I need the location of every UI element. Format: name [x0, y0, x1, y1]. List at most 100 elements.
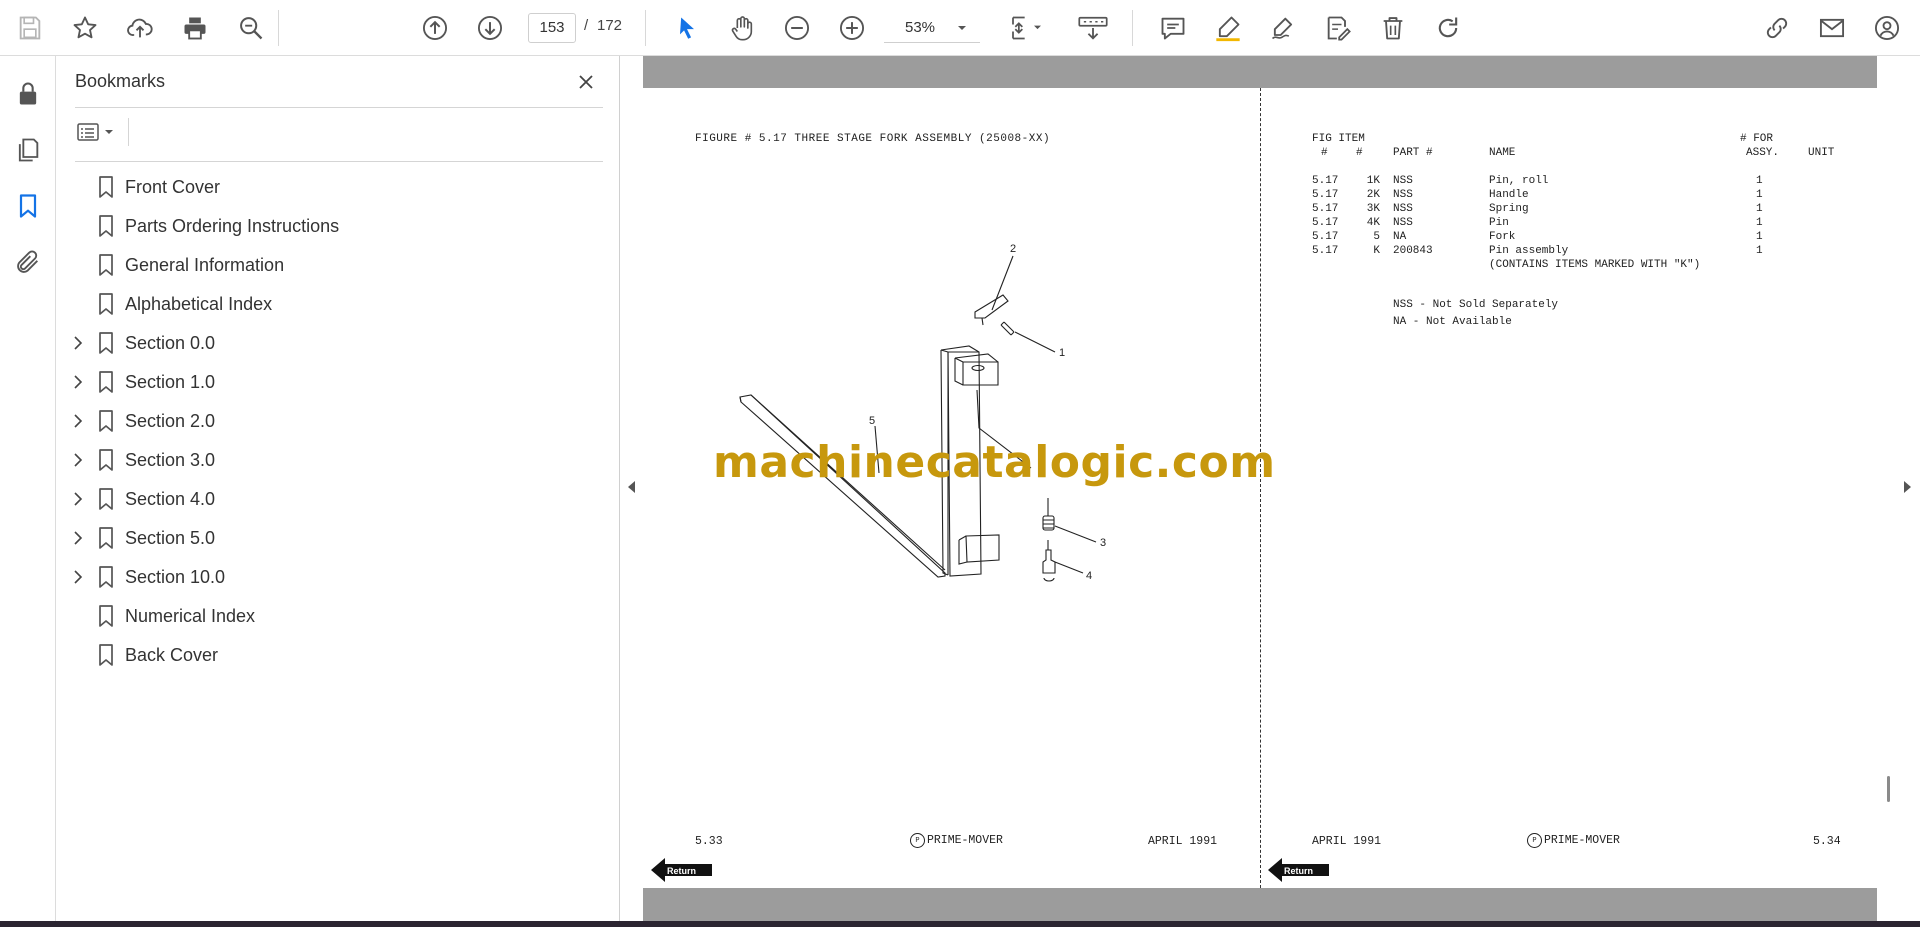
bookmark-list: Front Cover Parts Ordering Instructions Ge… [56, 168, 616, 675]
previous-page-icon[interactable] [417, 10, 453, 46]
table-row: 5.17 2K NSS Handle 1 [1312, 189, 1842, 203]
bookmark-options-button[interactable] [76, 117, 124, 147]
zoom-in-icon[interactable] [834, 10, 870, 46]
toolbar-divider [645, 10, 646, 46]
rotate-icon[interactable] [1430, 10, 1466, 46]
page-fit-icon[interactable] [1003, 10, 1051, 46]
table-row: 5.17 5 NA Fork 1 [1312, 231, 1842, 245]
bookmark-label: Section 0.0 [125, 333, 216, 353]
table-row: 5.17 K 200843 Pin assembly 1 [1312, 245, 1842, 259]
right-footer-date: APRIL 1991 [1312, 835, 1382, 848]
panel-divider [75, 161, 603, 162]
bookmark-icon [99, 527, 113, 549]
bookmark-item[interactable]: Section 4.0 [56, 480, 616, 519]
bookmark-item[interactable]: Front Cover [56, 168, 616, 207]
top-toolbar: 153 / 172 53% [0, 0, 1920, 56]
select-cursor-icon[interactable] [669, 10, 705, 46]
bookmark-icon [99, 293, 113, 315]
bookmark-icon [99, 566, 113, 588]
table-row: 5.17 4K NSS Pin 1 [1312, 217, 1842, 231]
cell-fig: 5.17 [1312, 231, 1339, 243]
left-page-number: 5.33 [695, 835, 723, 848]
save-icon[interactable] [12, 10, 48, 46]
bookmark-label: General Information [125, 255, 285, 275]
legend-nss: NSS - Not Sold Separately [1393, 299, 1559, 311]
chevron-right-icon[interactable] [70, 413, 86, 429]
bookmark-label: Alphabetical Index [125, 294, 273, 314]
chevron-right-icon[interactable] [70, 452, 86, 468]
return-label: Return [667, 866, 696, 876]
scrollbar-thumb[interactable] [1887, 776, 1890, 802]
close-icon[interactable] [572, 68, 600, 96]
draw-freehand-icon[interactable] [1265, 10, 1301, 46]
cell-qty: 1 [1756, 231, 1763, 243]
edit-text-icon[interactable] [1320, 10, 1356, 46]
return-button-left[interactable]: Return [649, 856, 713, 884]
page-number-input[interactable]: 153 [528, 13, 576, 43]
delete-icon[interactable] [1375, 10, 1411, 46]
page-divider-dashed [1260, 88, 1261, 888]
zoom-select[interactable]: 53% [884, 13, 980, 43]
cell-fig: 5.17 [1312, 175, 1339, 187]
chevron-down-icon [958, 25, 966, 30]
share-link-icon[interactable] [1759, 10, 1795, 46]
chevron-right-icon[interactable] [70, 335, 86, 351]
callout-5: 5 [869, 415, 875, 427]
chevron-right-icon[interactable] [70, 374, 86, 390]
col-part-header: PART # [1393, 147, 1433, 159]
highlight-pen-icon[interactable] [1210, 10, 1246, 46]
cell-item: 4K [1366, 217, 1380, 229]
comment-icon[interactable] [1155, 10, 1191, 46]
toolbar-divider [1132, 10, 1133, 46]
upload-cloud-icon[interactable] [122, 10, 158, 46]
chevron-right-icon[interactable] [70, 491, 86, 507]
bookmark-item[interactable]: Section 1.0 [56, 363, 616, 402]
next-page-icon[interactable] [472, 10, 508, 46]
search-zoom-icon[interactable] [233, 10, 269, 46]
collapse-panel-right-icon[interactable] [1902, 475, 1914, 499]
return-button-right[interactable]: Return [1266, 856, 1330, 884]
scroll-mode-icon[interactable] [1073, 10, 1113, 46]
bookmark-item[interactable]: Section 10.0 [56, 558, 616, 597]
return-label: Return [1284, 866, 1313, 876]
bookmark-label: Front Cover [125, 177, 221, 197]
bookmark-item[interactable]: Section 0.0 [56, 324, 616, 363]
bookmark-item[interactable]: Section 2.0 [56, 402, 616, 441]
chevron-right-icon[interactable] [70, 569, 86, 585]
panel-divider [75, 107, 603, 108]
right-footer-brand: P PRIME-MOVER [1527, 833, 1620, 848]
cell-qty: 1 [1756, 175, 1763, 187]
bookmark-item[interactable]: Back Cover [56, 636, 616, 675]
hand-tool-icon[interactable] [724, 10, 760, 46]
cell-fig: 5.17 [1312, 189, 1339, 201]
list-options-icon [77, 123, 99, 141]
bookmark-item[interactable]: Parts Ordering Instructions [56, 207, 616, 246]
legend-na: NA - Not Available [1393, 316, 1512, 328]
bookmark-item[interactable]: General Information [56, 246, 616, 285]
bookmark-icon [99, 254, 113, 276]
bookmark-label: Section 3.0 [125, 450, 216, 470]
bookmark-item[interactable]: Section 5.0 [56, 519, 616, 558]
table-row: 5.17 1K NSS Pin, roll 1 [1312, 175, 1842, 189]
attachment-icon[interactable] [10, 244, 46, 280]
cell-part: NSS [1393, 189, 1413, 201]
collapse-panel-left-icon[interactable] [625, 475, 637, 499]
star-icon[interactable] [67, 10, 103, 46]
chevron-right-icon[interactable] [70, 530, 86, 546]
lock-icon[interactable] [10, 76, 46, 112]
page-thumbnails-icon[interactable] [10, 132, 46, 168]
watermark-text: machinecatalogic.com [713, 437, 1276, 488]
callout-1: 1 [1059, 347, 1065, 359]
cell-fig: 5.17 [1312, 203, 1339, 215]
bookmarks-icon[interactable] [10, 188, 46, 224]
zoom-out-icon[interactable] [779, 10, 815, 46]
print-icon[interactable] [177, 10, 213, 46]
left-footer-brand-text: PRIME-MOVER [927, 834, 1003, 847]
account-icon[interactable] [1869, 10, 1905, 46]
cell-part: NA [1393, 231, 1407, 243]
email-icon[interactable] [1814, 10, 1850, 46]
bookmark-item[interactable]: Numerical Index [56, 597, 616, 636]
bookmark-item[interactable]: Alphabetical Index [56, 285, 616, 324]
bookmark-item[interactable]: Section 3.0 [56, 441, 616, 480]
left-footer-date: APRIL 1991 [1148, 835, 1218, 848]
